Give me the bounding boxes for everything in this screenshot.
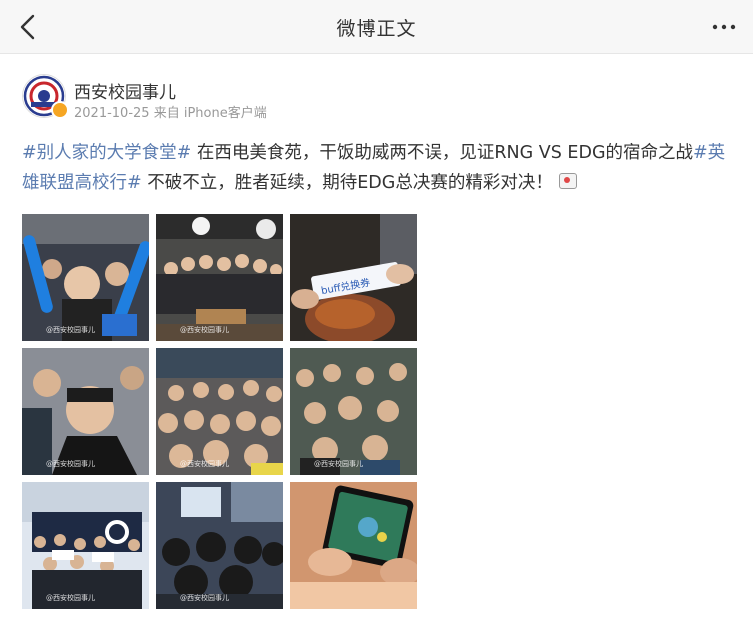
photo-thumbnail[interactable]: @西安校园事儿 — [156, 214, 283, 341]
photo-phone-gameplay — [290, 482, 417, 609]
photo-watermark: @西安校园事儿 — [180, 594, 229, 602]
photo-watermark: @西安校园事儿 — [46, 460, 95, 468]
photo-thumbnail[interactable]: buff兑换券 — [290, 214, 417, 341]
photo-thumbnail[interactable] — [290, 482, 417, 609]
photo-watermark: @西安校园事儿 — [46, 326, 95, 334]
photo-thumbnail[interactable]: @西安校园事儿 — [156, 482, 283, 609]
photo-watermark: @西安校园事儿 — [46, 594, 95, 602]
photo-thumbnail[interactable]: @西安校园事儿 — [22, 348, 149, 475]
photo-cheering-student — [22, 348, 149, 475]
photo-thumbnail[interactable]: @西安校园事儿 — [290, 348, 417, 475]
photo-group-cafeteria — [156, 214, 283, 341]
photo-crowd-reaction — [290, 348, 417, 475]
author-name[interactable]: 西安校园事儿 — [74, 78, 176, 103]
more-dots-icon[interactable] — [709, 12, 739, 42]
hashtag-link[interactable]: #别人家的大学食堂# — [22, 143, 191, 163]
photo-watermark: @西安校园事儿 — [180, 326, 229, 334]
post-date: 2021-10-25 — [74, 106, 150, 121]
post-meta: 2021-10-25 来自 iPhone客户端 — [74, 102, 267, 121]
photo-thumbnail[interactable]: @西安校园事儿 — [156, 348, 283, 475]
photo-thumbnail[interactable]: @西安校园事儿 — [22, 214, 149, 341]
page-title: 微博正文 — [336, 18, 417, 40]
photo-buff-coupon: buff兑换券 — [290, 214, 417, 341]
post-text: #别人家的大学食堂# 在西电美食苑，干饭助威两不误，见证RNG VS EDG的宿… — [22, 138, 734, 198]
photo-outdoor-group — [22, 482, 149, 609]
photo-grid: @西安校园事儿 @西安校园事儿 buff兑换券 @西安校园事儿 @西安校园事儿 … — [22, 214, 418, 610]
photo-thumbnail[interactable]: @西安校园事儿 — [22, 482, 149, 609]
verified-badge-icon — [51, 101, 69, 119]
camera-emoji-icon — [558, 173, 577, 189]
photo-crowd-watching — [156, 348, 283, 475]
photo-fans-thundersticks — [22, 214, 149, 341]
photo-students-screen — [156, 482, 283, 609]
photo-watermark: @西安校园事儿 — [180, 460, 229, 468]
top-navigation-bar: 微博正文 — [0, 0, 753, 54]
photo-watermark: @西安校园事儿 — [314, 460, 363, 468]
post-text-segment: 不破不立，胜者延续，期待EDG总决赛的精彩对决！ — [141, 173, 553, 193]
avatar[interactable] — [22, 74, 69, 119]
post-source: 来自 iPhone客户端 — [153, 106, 267, 121]
post-text-segment: 在西电美食苑，干饭助威两不误，见证RNG VS EDG的宿命之战 — [191, 143, 693, 163]
